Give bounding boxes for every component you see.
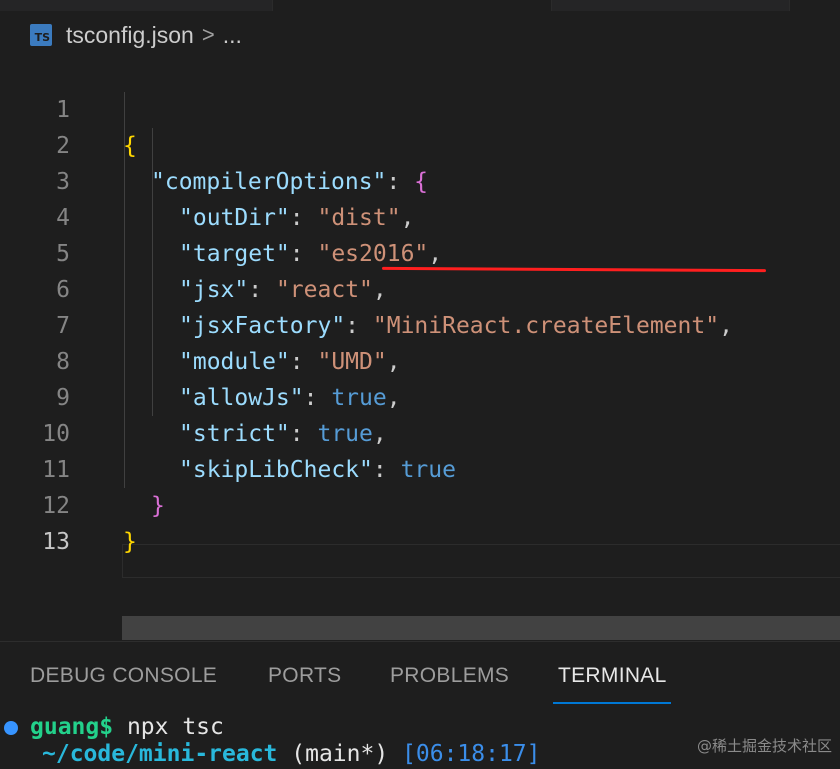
code-line: 13 [0,488,70,555]
code-text: "jsxFactory": "MiniReact.createElement", [179,308,733,344]
terminal-line: ~/code/mini-react (main*) [06:18:17] [42,739,541,769]
json-value: true [400,457,456,483]
json-value: "dist" [317,205,401,231]
code-editor[interactable]: 1 { 2 "compilerOptions": { 3 "outDir": "… [0,56,840,640]
prompt-path: ~/code/mini-react [42,741,278,767]
json-key: "module" [179,349,290,375]
json-key: "outDir" [179,205,290,231]
json-key: "jsx" [179,277,249,303]
active-tab-indicator [553,702,671,704]
code-text: "outDir": "dist", [179,200,414,236]
code-line: 11 } [0,416,165,519]
code-line: 2 "compilerOptions": { [0,92,428,195]
code-text: { [123,133,137,159]
code-line: 9 "strict": true, [0,344,387,447]
json-comma: , [719,313,733,339]
code-line: 8 "allowJs": true, [0,308,400,411]
code-line: 4 "target": "es2016", [0,164,442,267]
json-brace: { [414,169,428,195]
json-key: "allowJs" [179,385,304,411]
command-status-dot-icon [4,721,18,735]
code-line: 12 } [0,452,137,555]
json-key: "compilerOptions" [151,169,387,195]
json-value: "MiniReact.createElement" [372,313,720,339]
json-key: "skipLibCheck" [179,457,373,483]
json-key: "target" [179,241,290,267]
json-comma: , [386,385,401,411]
tab-problems[interactable]: PROBLEMS [390,664,509,688]
json-colon: : [248,277,276,303]
code-text: "compilerOptions": { [151,164,428,200]
tab-ports[interactable]: PORTS [268,664,341,688]
json-value: "UMD" [317,349,387,375]
json-comma: , [372,421,387,447]
editor-tab-active[interactable] [272,0,552,11]
chevron-right-icon: > [201,22,215,47]
tab-terminal[interactable]: TERMINAL [558,664,667,688]
json-comma: , [372,277,387,303]
code-line: 7 "module": "UMD", [0,272,400,375]
breadcrumb-file[interactable]: tsconfig.json [66,22,194,49]
code-text: "skipLibCheck": true [179,452,456,488]
json-colon: : [289,349,318,375]
breadcrumb-more[interactable]: ... [223,22,242,49]
code-line: 6 "jsxFactory": "MiniReact.createElement… [0,236,733,339]
command-text: npx tsc [113,714,224,740]
prompt-user: guang$ [30,714,114,740]
current-line-highlight [122,544,840,578]
json-colon: : [345,313,373,339]
code-text: "jsx": "react", [179,272,387,308]
json-comma: , [386,349,401,375]
line-number: 13 [42,529,70,555]
json-colon: : [289,421,318,447]
json-value: true [317,421,373,447]
json-comma: , [400,205,415,231]
breadcrumb: TS tsconfig.json > ... [30,18,242,52]
code-text: "module": "UMD", [179,344,401,380]
code-text: "strict": true, [179,416,387,452]
code-line: 10 "skipLibCheck": true [0,380,456,483]
terminal-line: guang$ npx tsc [30,712,224,742]
json-colon: : [386,169,415,195]
editor-tab-strip [0,0,840,11]
prompt-branch: (main*) [277,741,403,767]
editor-tab[interactable] [789,0,840,11]
json-key: "jsxFactory" [179,313,346,339]
typescript-file-icon: TS [30,24,52,46]
json-comma: , [428,241,443,267]
code-line: 3 "outDir": "dist", [0,128,414,231]
json-value: true [331,385,387,411]
json-value: "react" [275,277,373,303]
tab-debug-console[interactable]: DEBUG CONSOLE [30,664,217,688]
prompt-time: [06:18:17] [402,741,541,767]
json-colon: : [372,457,401,483]
json-colon: : [289,205,318,231]
code-text: } [123,529,137,555]
watermark: @稀土掘金技术社区 [696,737,832,755]
horizontal-scrollbar[interactable] [122,616,840,640]
json-colon: : [303,385,332,411]
code-line: 5 "jsx": "react", [0,200,387,303]
code-line: 1 { [0,56,137,159]
json-colon: : [289,241,318,267]
json-key: "strict" [179,421,290,447]
code-text: "allowJs": true, [179,380,401,416]
code-text: } [151,493,165,519]
json-value: "es2016" [317,241,429,267]
